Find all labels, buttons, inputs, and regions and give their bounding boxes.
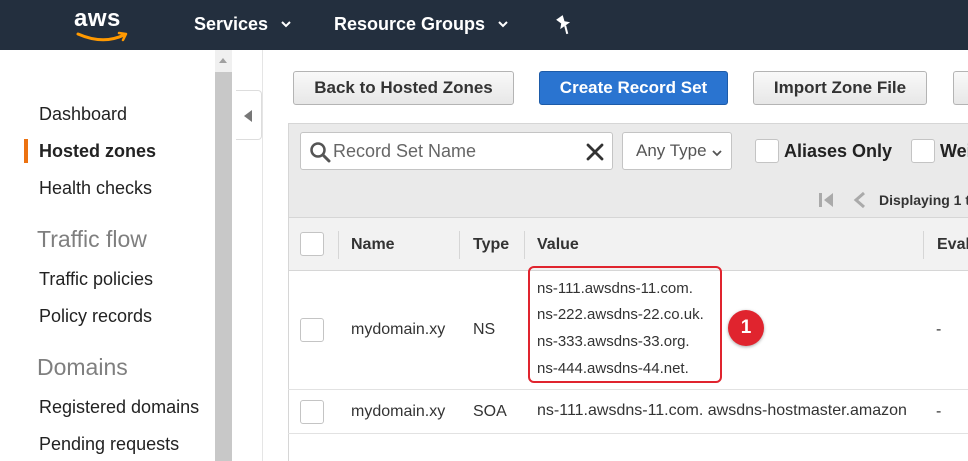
panel-divider [262,50,263,461]
arrow-up-icon [219,58,227,63]
resource-groups-menu-label: Resource Groups [334,14,486,34]
create-record-set-button[interactable]: Create Record Set [539,71,728,105]
row-divider [288,389,968,390]
row-value-line: ns-111.awsdns-11.com. awsdns-hostmaster.… [537,402,907,419]
collapse-sidebar-button[interactable] [236,90,262,140]
more-actions-button[interactable] [953,71,968,105]
row-type: SOA [473,403,507,420]
aws-logo-text: aws [74,5,121,32]
row-checkbox[interactable] [300,400,324,424]
search-input[interactable] [333,137,573,165]
aws-logo[interactable]: aws [74,6,130,42]
annotation-badge: 1 [728,310,764,346]
pin-icon[interactable] [554,14,574,36]
first-page-icon[interactable] [816,190,836,210]
active-indicator [24,139,28,163]
aws-smile-icon [76,31,128,42]
sidebar-section-traffic-flow: Traffic flow [37,226,147,252]
services-menu[interactable]: Services [194,13,292,35]
sidebar-item-policy-records[interactable]: Policy records [39,305,152,327]
chevron-down-icon [281,21,291,28]
column-header-evaluate-health[interactable]: Eval [937,235,968,255]
column-header-type[interactable]: Type [473,235,509,255]
close-icon[interactable] [585,142,605,162]
chevron-down-icon [712,150,722,157]
aliases-only-checkbox[interactable] [755,139,779,163]
chevron-down-icon [498,21,508,28]
row-name: mydomain.xy [351,403,446,420]
chevron-left-icon [244,110,252,122]
top-navigation-bar: aws Services Resource Groups [0,0,968,50]
record-type-select[interactable]: Any Type [622,132,732,170]
column-separator [524,231,525,259]
import-zone-file-button[interactable]: Import Zone File [753,71,927,105]
row-evaluate-health: - [936,321,942,338]
row-name: mydomain.xy [351,321,446,338]
scroll-up-button[interactable] [215,50,232,72]
resource-groups-menu[interactable]: Resource Groups [334,13,509,35]
sidebar-item-dashboard[interactable]: Dashboard [39,103,127,125]
select-all-checkbox[interactable] [300,232,324,256]
record-set-search [300,132,613,170]
row-evaluate-health: - [936,403,942,420]
search-icon [310,142,331,163]
weighted-checkbox[interactable] [911,139,935,163]
column-separator [338,231,339,259]
row-checkbox[interactable] [300,318,324,342]
column-separator [923,231,924,259]
sidebar-scrollbar[interactable] [215,50,232,461]
previous-page-icon[interactable] [852,190,868,210]
sidebar-section-domains: Domains [37,354,128,380]
column-separator [459,231,460,259]
column-header-value[interactable]: Value [537,235,579,255]
row-divider [288,433,968,434]
sidebar-item-traffic-policies[interactable]: Traffic policies [39,268,153,290]
weighted-label: Wei [940,141,968,161]
sidebar-item-registered-domains[interactable]: Registered domains [39,396,199,418]
record-type-value: Any Type [636,141,707,160]
sidebar-item-pending-requests[interactable]: Pending requests [39,433,179,455]
pagination-text: Displaying 1 t [879,192,968,208]
row-type: NS [473,321,496,338]
column-header-name[interactable]: Name [351,235,395,255]
back-to-hosted-zones-button[interactable]: Back to Hosted Zones [293,71,514,105]
aliases-only-label: Aliases Only [784,141,893,161]
sidebar-item-hosted-zones[interactable]: Hosted zones [39,140,156,162]
sidebar-item-health-checks[interactable]: Health checks [39,177,152,199]
annotation-highlight-box [528,266,722,383]
services-menu-label: Services [194,14,269,34]
